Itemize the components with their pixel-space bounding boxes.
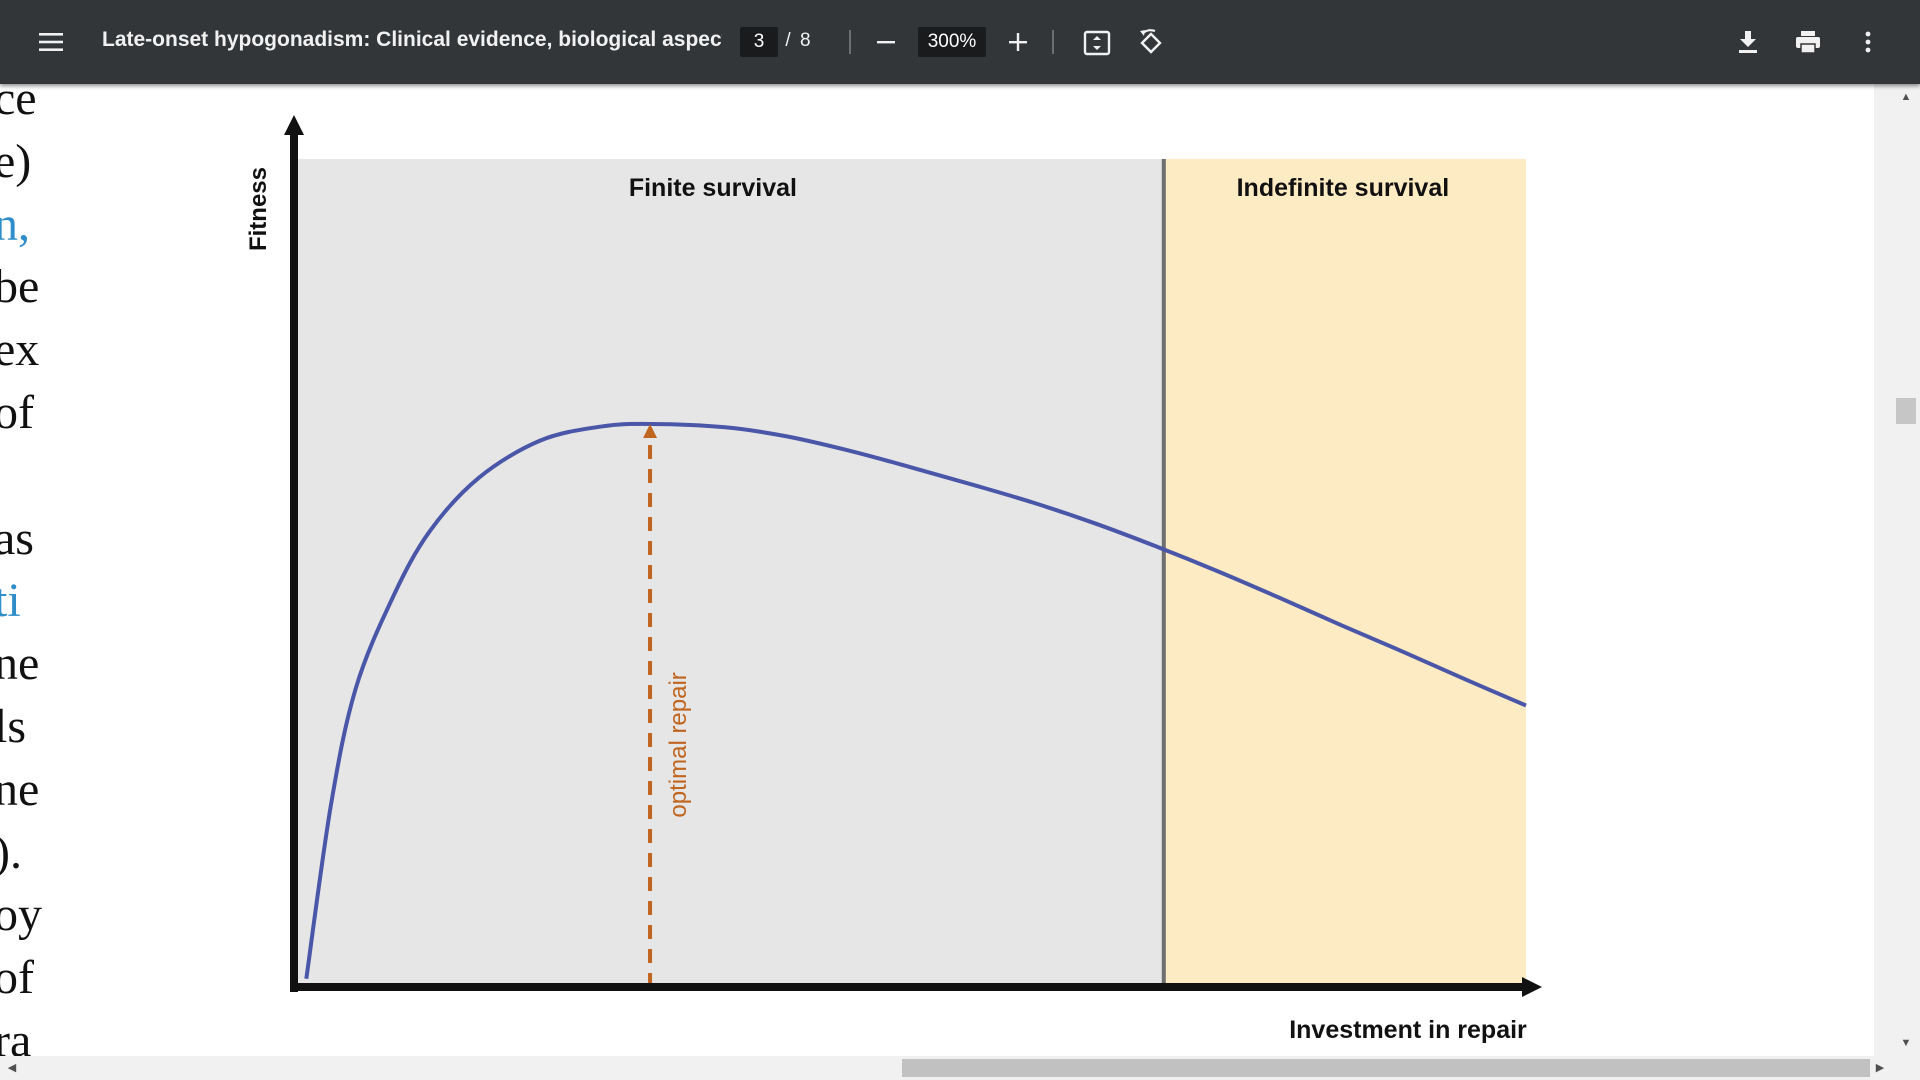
vertical-scrollbar[interactable]: ▲ ▼: [1874, 84, 1920, 1056]
menu-icon: [39, 33, 63, 51]
print-button[interactable]: [1788, 22, 1828, 62]
pdf-page: cee)n,beexof astinelsne).oyofra Finite s…: [0, 84, 1874, 1056]
pdf-toolbar: Late-onset hypogonadism: Clinical eviden…: [0, 0, 1920, 84]
document-viewport[interactable]: cee)n,beexof astinelsne).oyofra Finite s…: [0, 84, 1874, 1056]
page-separator: /: [785, 30, 791, 51]
zoom-in-button[interactable]: [998, 22, 1038, 62]
horizontal-scroll-thumb[interactable]: [902, 1059, 1870, 1077]
download-icon: [1739, 31, 1757, 53]
fitness-chart: Finite survival Indefinite survival Fitn…: [245, 115, 1542, 1044]
scroll-down-arrow-icon[interactable]: ▼: [1898, 1036, 1914, 1050]
document-title: Late-onset hypogonadism: Clinical eviden…: [102, 28, 722, 51]
toolbar-divider: [1052, 30, 1054, 54]
menu-button[interactable]: [30, 20, 72, 64]
fit-to-page-icon: [1083, 30, 1111, 56]
fit-to-page-button[interactable]: [1076, 22, 1118, 64]
print-icon: [1796, 31, 1820, 54]
finite-survival-label: Finite survival: [629, 174, 797, 202]
page-total: 8: [800, 30, 811, 51]
y-axis-label: Fitness: [245, 167, 272, 251]
x-axis-label: Investment in repair: [1289, 1016, 1527, 1044]
vertical-scroll-thumb[interactable]: [1896, 398, 1916, 424]
optimal-repair-label: optimal repair: [665, 672, 692, 817]
scroll-left-arrow-icon[interactable]: ◀: [4, 1061, 20, 1075]
indefinite-survival-label: Indefinite survival: [1237, 174, 1450, 202]
scroll-up-arrow-icon[interactable]: ▲: [1898, 90, 1914, 104]
plus-icon: [1009, 33, 1027, 51]
download-button[interactable]: [1728, 22, 1768, 62]
more-vert-icon: [1865, 31, 1871, 53]
toolbar-divider: [849, 30, 851, 54]
more-actions-button[interactable]: [1848, 22, 1888, 62]
minus-icon: [877, 41, 895, 44]
horizontal-scrollbar[interactable]: ◀ ▶: [0, 1056, 1920, 1080]
page-number-input[interactable]: 3: [740, 27, 778, 57]
scroll-right-arrow-icon[interactable]: ▶: [1872, 1061, 1888, 1075]
rotate-counterclockwise-icon: [1140, 29, 1162, 54]
zoom-level-input[interactable]: 300%: [918, 27, 986, 57]
rotate-button[interactable]: [1130, 22, 1172, 64]
zoom-out-button[interactable]: [866, 22, 906, 62]
finite-survival-region: [294, 159, 1164, 987]
